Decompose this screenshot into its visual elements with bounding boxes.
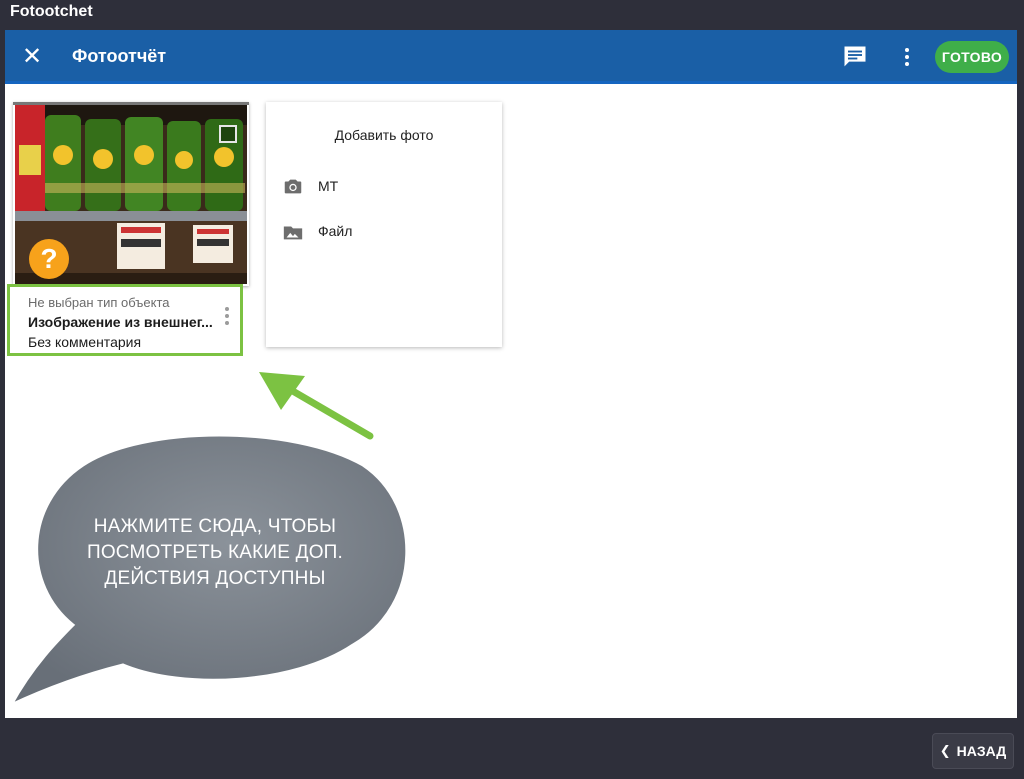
more-vert-icon [225,307,229,311]
camera-icon [284,179,302,194]
add-photo-card: Добавить фото МТ Файл [266,102,502,347]
comment-button[interactable] [841,43,869,71]
photo-more-button[interactable] [220,303,234,329]
image-icon [283,226,303,240]
select-checkbox[interactable] [219,125,237,143]
close-button[interactable]: ✕ [17,42,47,72]
photo-card[interactable]: ? [13,102,249,286]
comment-text: Без комментария [28,334,142,350]
done-button[interactable]: ГОТОВО [935,41,1009,73]
add-option-label: МТ [318,178,339,194]
page-title: Фотоотчёт [72,46,167,66]
window-title: Fotootchet [10,3,93,20]
add-option-label: Файл [318,223,353,239]
more-vert-icon [905,48,909,52]
add-photo-title: Добавить фото [334,127,434,143]
app-screen: ✕ Фотоотчёт ГОТОВО ? Не выбран тип объек… [5,30,1017,718]
object-type-label: Не выбран тип объекта [28,295,170,310]
unknown-type-badge: ? [29,239,69,279]
comment-icon [844,46,866,67]
chevron-left-icon: ❮ [939,743,951,758]
photo-thumbnail[interactable]: ? [15,105,247,284]
callout-text: НАЖМИТЕ СЮДА, ЧТОБЫ ПОСМОТРЕТЬ КАКИЕ ДОП… [86,516,344,589]
photo-info-panel[interactable]: Не выбран тип объекта Изображение из вне… [7,284,243,356]
back-label: НАЗАД [956,743,1007,759]
add-option-file[interactable]: Файл [266,215,502,249]
add-option-camera[interactable]: МТ [266,170,502,204]
image-name: Изображение из внешнег... [28,314,213,330]
more-options-button[interactable] [895,43,919,71]
back-button[interactable]: ❮ НАЗАД [932,733,1014,769]
close-icon: ✕ [21,43,43,70]
app-bar: ✕ Фотоотчёт ГОТОВО [5,30,1017,84]
